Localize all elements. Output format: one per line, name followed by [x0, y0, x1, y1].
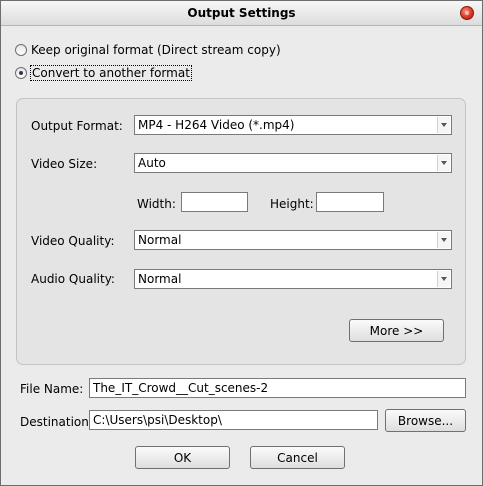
destination-field[interactable] — [89, 410, 378, 430]
video-size-value: Auto — [138, 156, 166, 170]
video-size-select[interactable]: Auto — [134, 153, 452, 173]
width-input[interactable] — [182, 193, 247, 211]
ok-button[interactable]: OK — [135, 446, 230, 469]
destination-input[interactable] — [90, 411, 377, 429]
convert-format-radio[interactable] — [15, 67, 27, 79]
audio-quality-value: Normal — [138, 272, 182, 286]
convert-format-option[interactable]: Convert to another format — [15, 65, 192, 81]
output-format-value: MP4 - H264 Video (*.mp4) — [138, 118, 295, 132]
keep-original-label: Keep original format (Direct stream copy… — [31, 43, 281, 57]
video-size-label: Video Size: — [31, 157, 98, 171]
title-bar[interactable]: Output Settings — [1, 1, 482, 26]
convert-format-label: Convert to another format — [30, 65, 192, 81]
destination-label: Destination: — [20, 415, 93, 429]
video-quality-label: Video Quality: — [31, 234, 115, 248]
chevron-down-icon[interactable] — [437, 271, 450, 287]
audio-quality-label: Audio Quality: — [31, 272, 115, 286]
height-label: Height: — [270, 197, 314, 211]
video-quality-select[interactable]: Normal — [134, 230, 452, 250]
video-quality-value: Normal — [138, 233, 182, 247]
height-input[interactable] — [317, 193, 383, 211]
chevron-down-icon[interactable] — [437, 117, 450, 133]
file-name-label: File Name: — [20, 382, 84, 396]
keep-original-option[interactable]: Keep original format (Direct stream copy… — [15, 43, 281, 57]
cancel-button[interactable]: Cancel — [250, 446, 345, 469]
file-name-input[interactable] — [90, 379, 465, 397]
browse-button[interactable]: Browse... — [385, 409, 466, 432]
close-icon[interactable] — [460, 6, 474, 20]
output-format-label: Output Format: — [31, 119, 123, 133]
file-name-field[interactable] — [89, 378, 466, 398]
more-button[interactable]: More >> — [349, 319, 444, 342]
keep-original-radio[interactable] — [15, 44, 27, 56]
chevron-down-icon[interactable] — [437, 155, 450, 171]
output-format-select[interactable]: MP4 - H264 Video (*.mp4) — [134, 115, 452, 135]
chevron-down-icon[interactable] — [437, 232, 450, 248]
width-label: Width: — [137, 197, 176, 211]
output-settings-dialog: Output Settings Keep original format (Di… — [0, 0, 483, 486]
dialog-title: Output Settings — [187, 6, 296, 20]
height-field[interactable] — [316, 192, 384, 212]
width-field[interactable] — [181, 192, 248, 212]
audio-quality-select[interactable]: Normal — [134, 269, 452, 289]
